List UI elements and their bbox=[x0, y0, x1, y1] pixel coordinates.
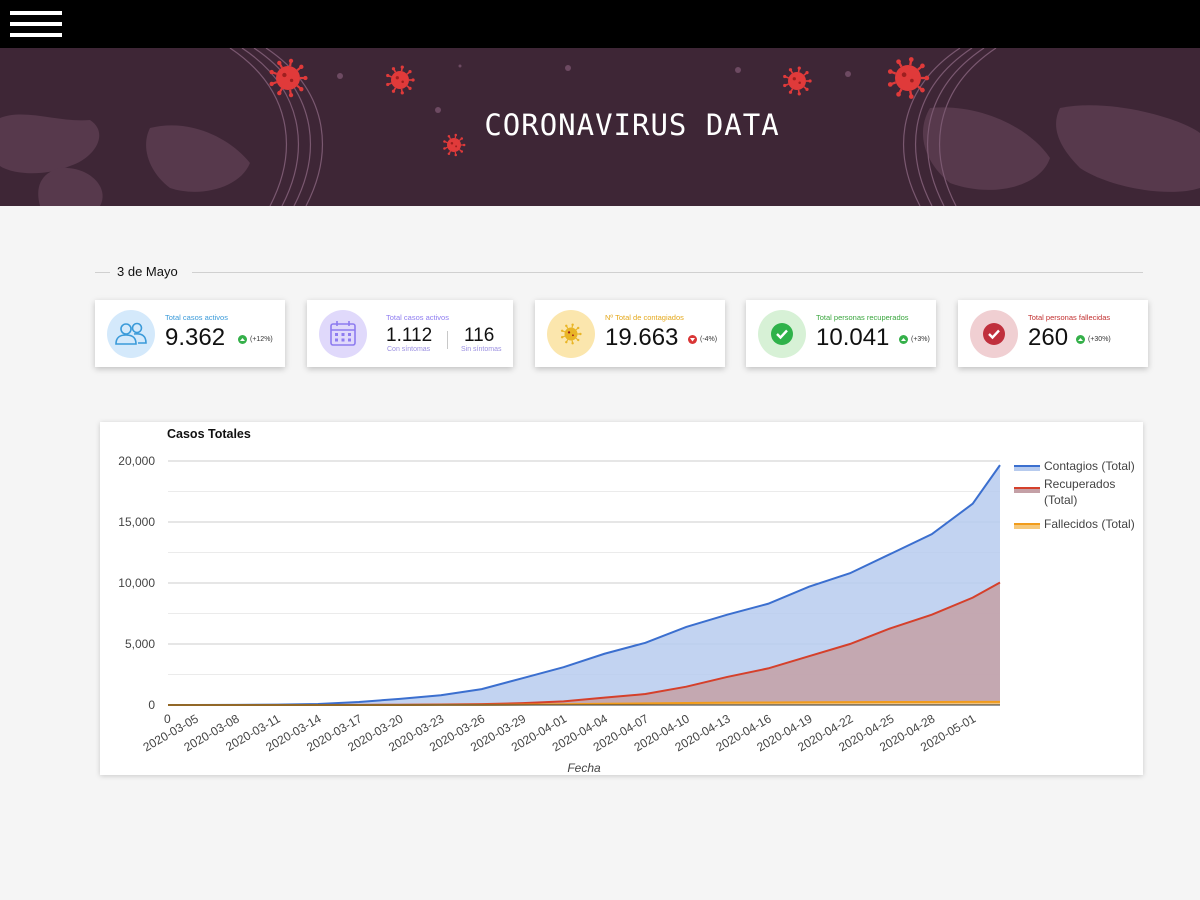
card-sublabel-asymptomatic: Sin síntomas bbox=[461, 346, 502, 353]
card-value: 260 bbox=[1028, 324, 1069, 351]
legend-label: Fallecidos (Total) bbox=[1044, 517, 1135, 531]
change-badge: (+12%) bbox=[238, 335, 273, 344]
y-tick-label: 10,000 bbox=[118, 576, 155, 590]
date-label: 3 de Mayo bbox=[117, 264, 178, 279]
legend-item: Recuperados (Total) bbox=[1014, 477, 1115, 507]
chart-title: Casos Totales bbox=[167, 427, 251, 441]
calendar-icon bbox=[319, 310, 367, 358]
card-label: Nº Total de contagiados bbox=[605, 313, 684, 322]
card-value: 9.362 bbox=[165, 324, 226, 351]
legend-item: Fallecidos (Total) bbox=[1014, 517, 1135, 531]
date-section-header: 3 de Mayo bbox=[95, 262, 1143, 282]
arrow-up-icon bbox=[1076, 335, 1085, 344]
change-text: (-4%) bbox=[700, 336, 718, 343]
card-total-infected: Nº Total de contagiados 19.663 (-4%) bbox=[535, 300, 725, 367]
change-text: (+12%) bbox=[250, 336, 273, 343]
cases-chart: Casos Totales05,00010,00015,00020,000020… bbox=[118, 427, 1135, 775]
virus-icon bbox=[887, 57, 930, 99]
card-sublabel-symptomatic: Con síntomas bbox=[387, 346, 431, 353]
chart-card: Casos Totales 0 5,000 10,000 15,000 20,000 0 20… bbox=[100, 422, 1143, 775]
page-title: CORONAVIRUS DATA bbox=[484, 108, 780, 142]
y-tick-label: 5,000 bbox=[125, 637, 155, 651]
change-badge: (+3%) bbox=[899, 335, 930, 344]
card-value: 19.663 bbox=[605, 324, 679, 351]
card-label: Total personas fallecidas bbox=[1028, 313, 1111, 322]
check-circle-icon bbox=[970, 310, 1018, 358]
legend-item: Contagios (Total) bbox=[1014, 459, 1135, 473]
x-tick-label: 0 bbox=[164, 712, 171, 726]
check-circle-icon bbox=[758, 310, 806, 358]
card-label: Total casos activos bbox=[386, 313, 449, 322]
change-badge: (+30%) bbox=[1076, 335, 1111, 344]
arrow-up-icon bbox=[238, 335, 247, 344]
legend-label: Contagios (Total) bbox=[1044, 459, 1135, 473]
card-value-asymptomatic: 116 bbox=[464, 325, 495, 346]
card-active-symptoms: Total casos activos 1.112 Con síntomas 1… bbox=[307, 300, 513, 367]
card-deceased: Total personas fallecidas 260 (+30%) bbox=[958, 300, 1148, 367]
card-label: Total casos activos bbox=[165, 313, 228, 322]
change-text: (+30%) bbox=[1088, 336, 1111, 343]
change-text: (+3%) bbox=[911, 336, 930, 343]
y-tick-label: 0 bbox=[148, 698, 155, 712]
top-bar bbox=[0, 0, 1200, 48]
arrow-up-icon bbox=[899, 335, 908, 344]
legend-label: (Total) bbox=[1044, 493, 1077, 507]
virus-icon bbox=[547, 310, 595, 358]
virus-icon bbox=[560, 323, 582, 345]
virus-icon bbox=[783, 66, 812, 96]
y-tick-label: 20,000 bbox=[118, 454, 155, 468]
arrow-down-icon bbox=[688, 335, 697, 344]
y-tick-label: 15,000 bbox=[118, 515, 155, 529]
virus-icon bbox=[386, 65, 415, 95]
card-recovered: Total personas recuperados 10.041 (+3%) bbox=[746, 300, 936, 367]
x-axis-label: Fecha bbox=[567, 761, 601, 775]
card-active-cases: Total casos activos 9.362 (+12%) bbox=[95, 300, 285, 367]
card-divider bbox=[447, 331, 448, 349]
card-value-symptomatic: 1.112 bbox=[386, 325, 433, 346]
card-value: 10.041 bbox=[816, 324, 890, 351]
menu-icon[interactable] bbox=[10, 11, 62, 37]
people-icon bbox=[107, 310, 155, 358]
change-badge: (-4%) bbox=[688, 335, 717, 344]
card-label: Total personas recuperados bbox=[816, 313, 909, 322]
header-banner: CORONAVIRUS DATA bbox=[0, 48, 1200, 206]
legend-label: Recuperados bbox=[1044, 477, 1115, 491]
